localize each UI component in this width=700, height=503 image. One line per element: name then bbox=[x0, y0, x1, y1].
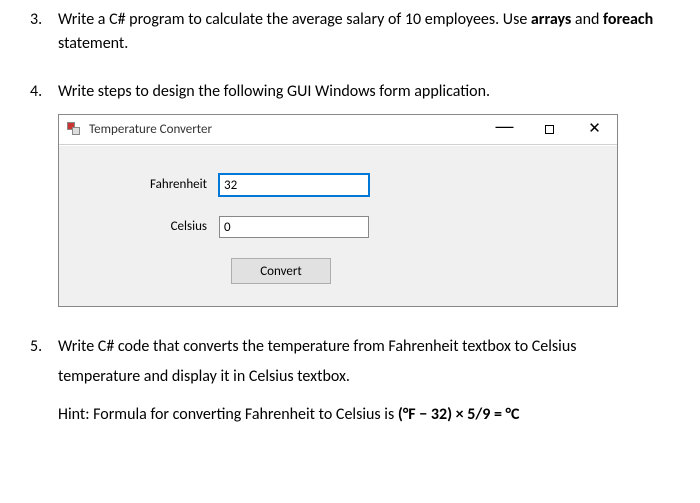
question-4-body: Write steps to design the following GUI … bbox=[58, 80, 670, 317]
q5-line1: Write C# code that converts the temperat… bbox=[58, 335, 670, 359]
fahrenheit-label: Fahrenheit bbox=[99, 175, 219, 195]
question-5-number: 5. bbox=[30, 335, 58, 433]
titlebar: Temperature Converter — ✕ bbox=[59, 115, 617, 145]
client-area: Fahrenheit Celsius Convert bbox=[59, 145, 617, 306]
question-3-number: 3. bbox=[30, 8, 58, 62]
question-5: 5. Write C# code that converts the tempe… bbox=[30, 335, 670, 433]
q5-hint: Hint: Formula for converting Fahrenheit … bbox=[58, 403, 670, 427]
question-4: 4. Write steps to design the following G… bbox=[30, 80, 670, 317]
window-title: Temperature Converter bbox=[89, 120, 482, 140]
fahrenheit-input[interactable] bbox=[219, 174, 369, 196]
question-3: 3. Write a C# program to calculate the a… bbox=[30, 8, 670, 62]
maximize-button[interactable] bbox=[527, 115, 572, 145]
q5-hint-formula: (°F − 32) × 5/9 = °C bbox=[398, 405, 520, 424]
q5-line2: temperature and display it in Celsius te… bbox=[58, 365, 670, 389]
question-4-number: 4. bbox=[30, 80, 58, 317]
q3-bold-foreach: foreach bbox=[603, 10, 653, 29]
q5-hint-prefix: Hint: Formula for converting Fahrenheit … bbox=[58, 405, 398, 424]
q3-text-1: Write a C# program to calculate the aver… bbox=[58, 10, 531, 29]
q3-text-2: and bbox=[571, 10, 603, 29]
q3-text-3: statement. bbox=[58, 34, 128, 53]
maximize-icon bbox=[545, 125, 554, 134]
convert-button[interactable]: Convert bbox=[231, 258, 331, 284]
app-icon bbox=[67, 122, 83, 138]
question-5-body: Write C# code that converts the temperat… bbox=[58, 335, 670, 433]
celsius-label: Celsius bbox=[99, 217, 219, 237]
celsius-row: Celsius bbox=[99, 216, 577, 238]
minimize-button[interactable]: — bbox=[482, 115, 527, 145]
question-4-text: Write steps to design the following GUI … bbox=[58, 80, 670, 104]
close-button[interactable]: ✕ bbox=[572, 115, 617, 145]
celsius-input[interactable] bbox=[219, 216, 369, 238]
fahrenheit-row: Fahrenheit bbox=[99, 174, 577, 196]
question-3-body: Write a C# program to calculate the aver… bbox=[58, 8, 670, 62]
button-row: Convert bbox=[99, 258, 577, 284]
winform-window: Temperature Converter — ✕ Fahrenheit Cel… bbox=[58, 114, 618, 307]
q3-bold-arrays: arrays bbox=[531, 10, 571, 29]
